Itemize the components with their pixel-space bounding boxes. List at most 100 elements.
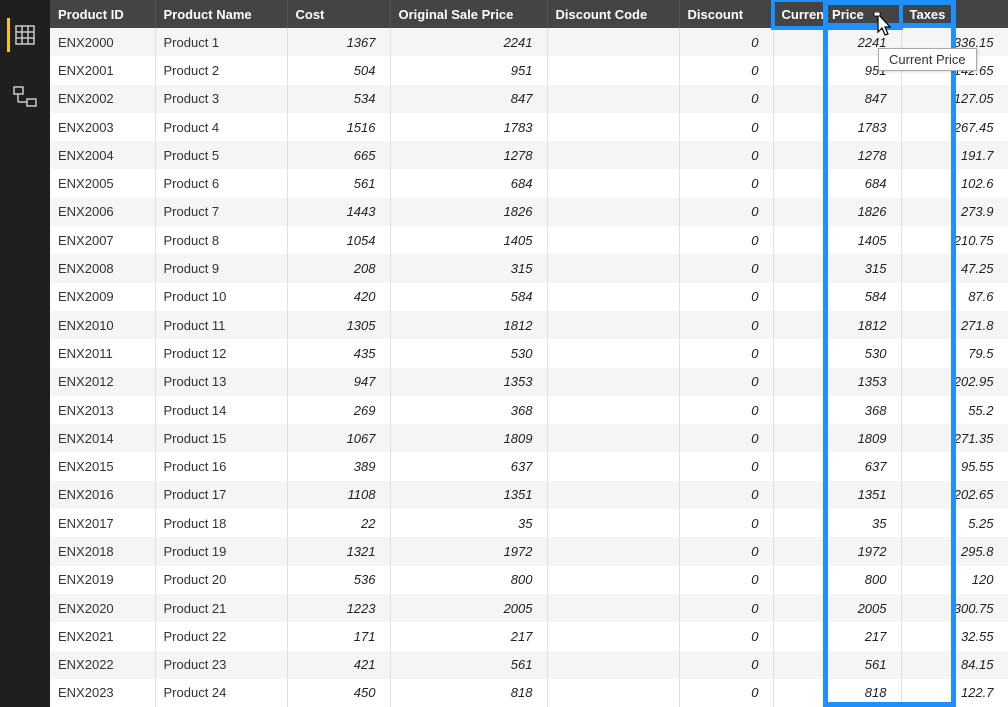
cell-discount-code[interactable] (547, 622, 679, 650)
cell-product-name[interactable]: Product 24 (155, 679, 287, 707)
cell-taxes[interactable]: 202.65 (901, 481, 1008, 509)
cell-taxes[interactable]: 202.95 (901, 368, 1008, 396)
cell-current-price[interactable]: 315 (773, 254, 901, 282)
cell-discount[interactable]: 0 (679, 169, 773, 197)
cell-current-price[interactable]: 35 (773, 509, 901, 537)
cell-product-name[interactable]: Product 17 (155, 481, 287, 509)
table-row[interactable]: ENX2003Product 41516178301783267.45 (50, 113, 1008, 141)
cell-product-id[interactable]: ENX2018 (50, 537, 155, 565)
cell-product-name[interactable]: Product 22 (155, 622, 287, 650)
cell-discount-code[interactable] (547, 651, 679, 679)
cell-current-price[interactable]: 1826 (773, 198, 901, 226)
cell-discount[interactable]: 0 (679, 424, 773, 452)
cell-cost[interactable]: 534 (287, 85, 390, 113)
cell-current-price[interactable]: 1783 (773, 113, 901, 141)
cell-current-price[interactable]: 1351 (773, 481, 901, 509)
table-row[interactable]: ENX2017Product 1822350355.25 (50, 509, 1008, 537)
cell-cost[interactable]: 1321 (287, 537, 390, 565)
cell-discount[interactable]: 0 (679, 198, 773, 226)
data-table[interactable]: Product ID Product Name Cost Original Sa… (50, 0, 1008, 707)
cell-original-sale-price[interactable]: 561 (390, 651, 547, 679)
table-row[interactable]: ENX2023Product 244508180818122.7 (50, 679, 1008, 707)
cell-discount-code[interactable] (547, 452, 679, 480)
cell-product-id[interactable]: ENX2000 (50, 28, 155, 56)
cell-taxes[interactable]: 210.75 (901, 226, 1008, 254)
cell-current-price[interactable]: 584 (773, 283, 901, 311)
cell-original-sale-price[interactable]: 1809 (390, 424, 547, 452)
cell-cost[interactable]: 561 (287, 169, 390, 197)
cell-original-sale-price[interactable]: 684 (390, 169, 547, 197)
cell-product-id[interactable]: ENX2019 (50, 566, 155, 594)
cell-original-sale-price[interactable]: 35 (390, 509, 547, 537)
cell-original-sale-price[interactable]: 1812 (390, 311, 547, 339)
cell-taxes[interactable]: 191.7 (901, 141, 1008, 169)
cell-taxes[interactable]: 127.05 (901, 85, 1008, 113)
table-row[interactable]: ENX2014Product 151067180901809271.35 (50, 424, 1008, 452)
cell-cost[interactable]: 1067 (287, 424, 390, 452)
cell-current-price[interactable]: 530 (773, 339, 901, 367)
cell-cost[interactable]: 171 (287, 622, 390, 650)
cell-product-id[interactable]: ENX2007 (50, 226, 155, 254)
cell-current-price[interactable]: 1405 (773, 226, 901, 254)
cell-current-price[interactable]: 637 (773, 452, 901, 480)
cell-taxes[interactable]: 32.55 (901, 622, 1008, 650)
data-view-button[interactable] (7, 18, 41, 52)
table-row[interactable]: ENX2019Product 205368000800120 (50, 566, 1008, 594)
cell-product-name[interactable]: Product 1 (155, 28, 287, 56)
cell-current-price[interactable]: 818 (773, 679, 901, 707)
cell-discount-code[interactable] (547, 537, 679, 565)
cell-cost[interactable]: 1367 (287, 28, 390, 56)
table-row[interactable]: ENX2015Product 16389637063795.55 (50, 452, 1008, 480)
cell-discount[interactable]: 0 (679, 368, 773, 396)
cell-taxes[interactable]: 295.8 (901, 537, 1008, 565)
cell-original-sale-price[interactable]: 637 (390, 452, 547, 480)
cell-cost[interactable]: 389 (287, 452, 390, 480)
cell-current-price[interactable]: 1812 (773, 311, 901, 339)
cell-taxes[interactable]: 95.55 (901, 452, 1008, 480)
cell-product-id[interactable]: ENX2015 (50, 452, 155, 480)
cell-original-sale-price[interactable]: 951 (390, 56, 547, 84)
cell-original-sale-price[interactable]: 315 (390, 254, 547, 282)
cell-discount-code[interactable] (547, 679, 679, 707)
cell-discount-code[interactable] (547, 85, 679, 113)
cell-product-name[interactable]: Product 12 (155, 339, 287, 367)
cell-discount-code[interactable] (547, 311, 679, 339)
cell-product-name[interactable]: Product 2 (155, 56, 287, 84)
cell-taxes[interactable]: 300.75 (901, 594, 1008, 622)
cell-product-id[interactable]: ENX2021 (50, 622, 155, 650)
cell-discount-code[interactable] (547, 254, 679, 282)
cell-discount[interactable]: 0 (679, 594, 773, 622)
cell-current-price[interactable]: 368 (773, 396, 901, 424)
table-row[interactable]: ENX2022Product 23421561056184.15 (50, 651, 1008, 679)
cell-cost[interactable]: 269 (287, 396, 390, 424)
cell-product-id[interactable]: ENX2016 (50, 481, 155, 509)
cell-current-price[interactable]: 847 (773, 85, 901, 113)
cell-product-name[interactable]: Product 14 (155, 396, 287, 424)
cell-discount-code[interactable] (547, 226, 679, 254)
cell-product-name[interactable]: Product 15 (155, 424, 287, 452)
cell-product-id[interactable]: ENX2020 (50, 594, 155, 622)
cell-discount-code[interactable] (547, 368, 679, 396)
cell-discount-code[interactable] (547, 396, 679, 424)
cell-product-id[interactable]: ENX2010 (50, 311, 155, 339)
cell-discount-code[interactable] (547, 339, 679, 367)
cell-discount[interactable]: 0 (679, 566, 773, 594)
cell-taxes[interactable]: 271.35 (901, 424, 1008, 452)
cell-cost[interactable]: 208 (287, 254, 390, 282)
cell-product-name[interactable]: Product 13 (155, 368, 287, 396)
cell-product-name[interactable]: Product 5 (155, 141, 287, 169)
cell-taxes[interactable]: 120 (901, 566, 1008, 594)
cell-current-price[interactable]: 800 (773, 566, 901, 594)
cell-taxes[interactable]: 273.9 (901, 198, 1008, 226)
cell-taxes[interactable]: 55.2 (901, 396, 1008, 424)
cell-taxes[interactable]: 122.7 (901, 679, 1008, 707)
cell-discount[interactable]: 0 (679, 509, 773, 537)
table-row[interactable]: ENX2010Product 111305181201812271.8 (50, 311, 1008, 339)
cell-original-sale-price[interactable]: 530 (390, 339, 547, 367)
cell-original-sale-price[interactable]: 1826 (390, 198, 547, 226)
cell-original-sale-price[interactable]: 847 (390, 85, 547, 113)
cell-original-sale-price[interactable]: 368 (390, 396, 547, 424)
cell-taxes[interactable]: 267.45 (901, 113, 1008, 141)
cell-discount[interactable]: 0 (679, 254, 773, 282)
cell-original-sale-price[interactable]: 1405 (390, 226, 547, 254)
